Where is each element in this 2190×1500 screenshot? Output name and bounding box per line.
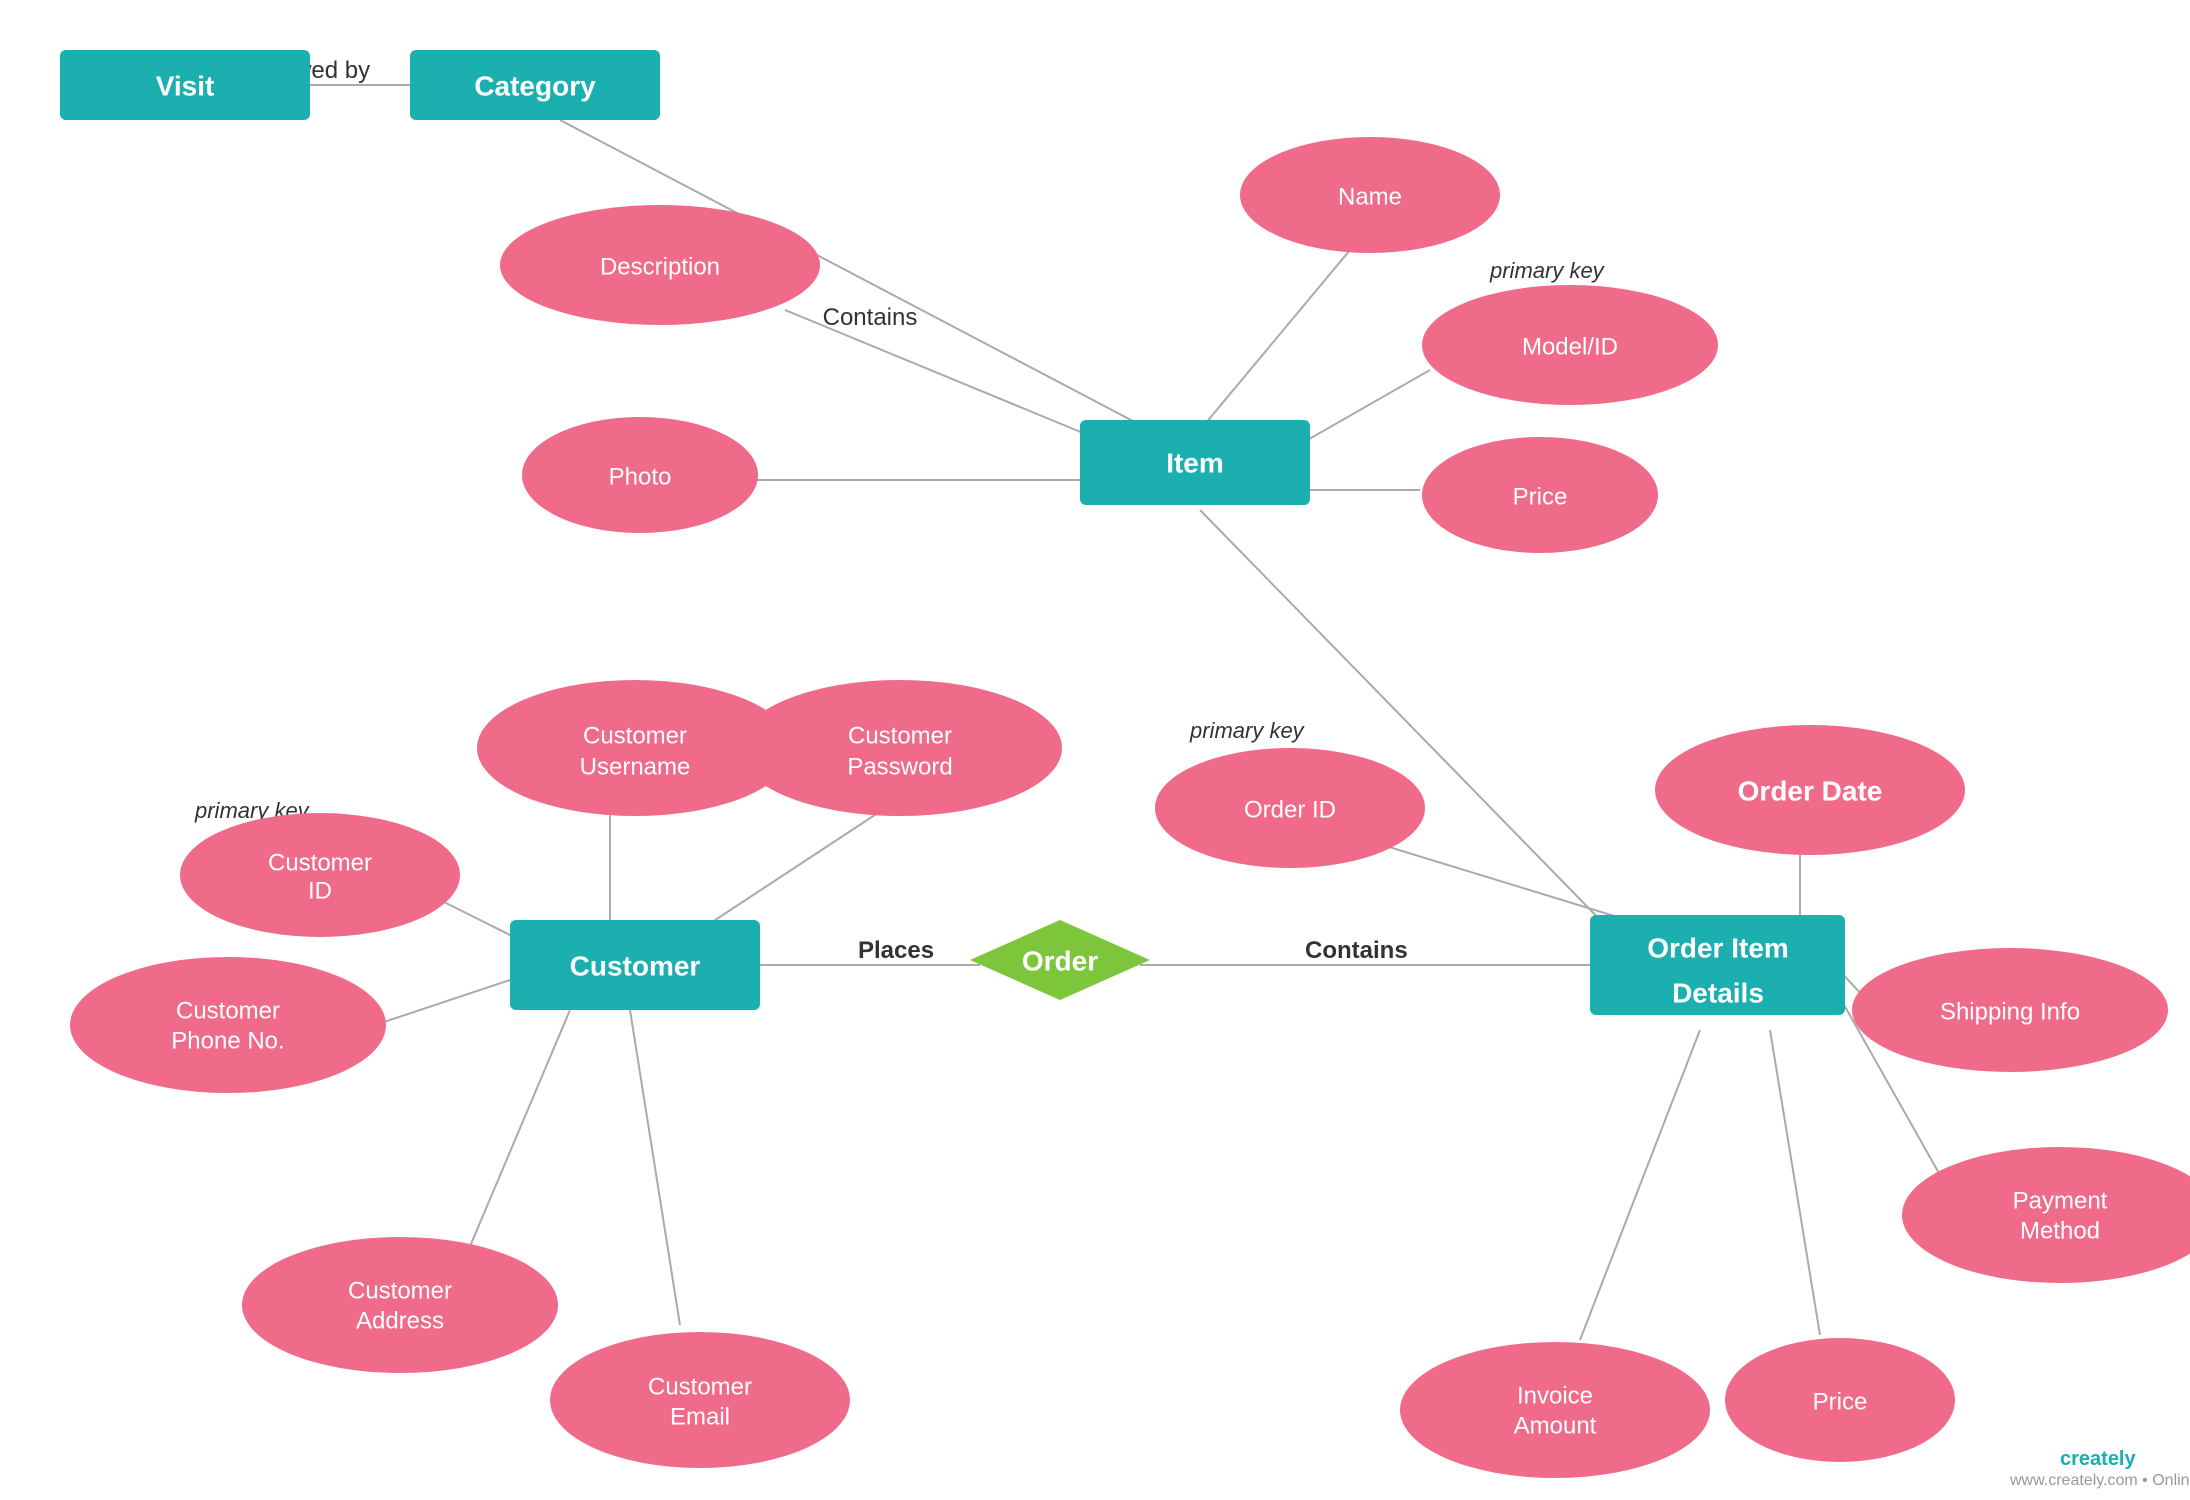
label-pk-item: primary key [1489,258,1606,283]
attr-payment-method [1902,1147,2190,1283]
attr-orderid-label: Order ID [1244,796,1336,823]
attr-photo-label: Photo [609,463,672,490]
label-pk-order: primary key [1189,718,1306,743]
line-oid-price [1770,1030,1820,1335]
attr-name-label: Name [1338,183,1402,210]
attr-custuname-label1: Customer [583,722,687,749]
attr-shipping-label: Shipping Info [1940,998,2080,1025]
line-item-name [1200,250,1350,430]
line-item-modelid [1290,370,1430,450]
attr-custid-label2: ID [308,877,332,904]
entity-visit-label: Visit [156,70,215,101]
label-contains-cat: Contains [823,304,918,331]
attr-price-order-label: Price [1813,1388,1868,1415]
attr-customer-address [242,1237,558,1373]
line-cust-addr [460,1010,570,1270]
line-oid-invoice [1580,1030,1700,1340]
line-cust-email [630,1010,680,1325]
watermark-url: www.creately.com • Online Diagramming [2009,1472,2190,1489]
attr-customer-phone [70,957,386,1093]
attr-custemail-label2: Email [670,1403,730,1430]
label-places: Places [858,937,934,964]
watermark-creately: creately [2060,1448,2136,1470]
entity-oid-label2: Details [1672,977,1764,1008]
attr-desc-label: Description [600,253,720,280]
attr-price-item-label: Price [1513,483,1568,510]
attr-invoice-label1: Invoice [1517,1382,1593,1409]
attr-custaddr-label1: Customer [348,1277,452,1304]
attr-payment-label2: Method [2020,1217,2100,1244]
attr-custemail-label1: Customer [648,1373,752,1400]
label-contains-order: Contains [1305,937,1408,964]
attr-custphone-label2: Phone No. [171,1027,284,1054]
attr-custpwd-label2: Password [847,753,952,780]
er-diagram: Viewed by Contains primary key primary k… [0,0,2190,1500]
attr-modelid-label: Model/ID [1522,333,1618,360]
attr-invoice-amount [1400,1342,1710,1478]
entity-oid-label1: Order Item [1647,932,1789,963]
line-cust-pwd [700,805,890,930]
attr-orderdate-label: Order Date [1738,775,1883,806]
entity-item-label: Item [1166,447,1224,478]
attr-custid-label1: Customer [268,849,372,876]
attr-custpwd-label1: Customer [848,722,952,749]
entity-category-label: Category [474,70,596,101]
attr-invoice-label2: Amount [1514,1412,1597,1439]
attr-custuname-label2: Username [580,753,691,780]
relationship-order-label: Order [1022,945,1098,976]
entity-customer-label: Customer [570,950,701,981]
attr-custaddr-label2: Address [356,1307,444,1334]
attr-custphone-label1: Customer [176,997,280,1024]
attr-payment-label1: Payment [2013,1187,2108,1214]
